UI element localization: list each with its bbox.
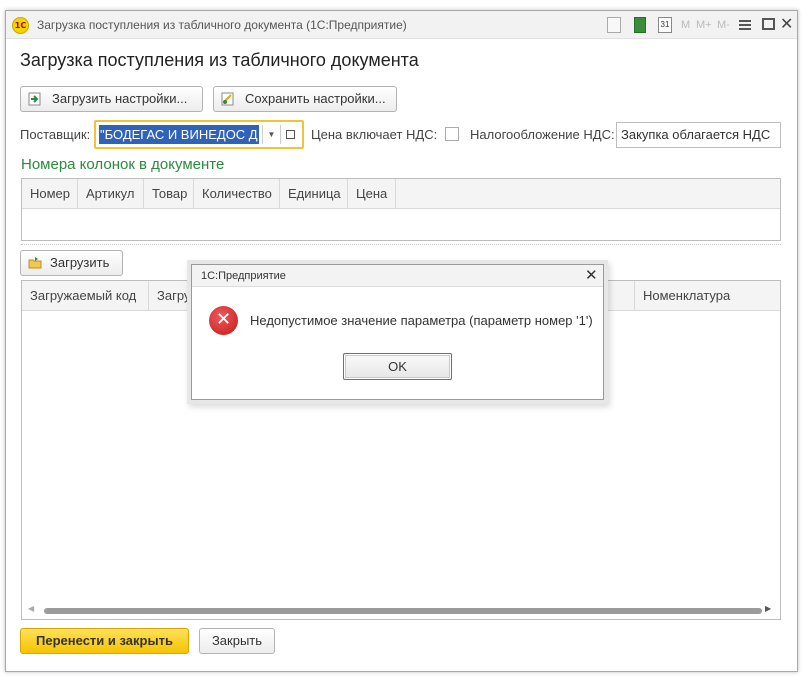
load-button[interactable]: Загрузить (20, 250, 123, 276)
col-header-product[interactable]: Товар (144, 179, 194, 208)
menu-icon[interactable] (739, 18, 751, 32)
load-settings-icon (28, 92, 41, 106)
dialog-close-icon[interactable]: ✕ (585, 266, 598, 284)
separator (21, 244, 781, 245)
col-header-quantity[interactable]: Количество (194, 179, 280, 208)
mplus-icon[interactable]: M+ (696, 19, 712, 31)
save-settings-button[interactable]: Сохранить настройки... (213, 86, 397, 112)
col-header-unit[interactable]: Единица (280, 179, 348, 208)
close-icon[interactable]: ✕ (780, 14, 793, 34)
dropdown-arrow-icon[interactable]: ▼ (262, 125, 280, 144)
col-header-price[interactable]: Цена (348, 179, 396, 208)
ok-button[interactable]: OK (343, 353, 452, 380)
mminus-icon[interactable]: M- (717, 19, 730, 31)
folder-load-icon (28, 257, 42, 269)
load-settings-label: Загрузить настройки... (52, 91, 188, 106)
col-header-code[interactable]: Загружаемый код (22, 281, 149, 310)
maximize-icon[interactable] (762, 18, 775, 30)
price-vat-checkbox[interactable] (445, 127, 459, 141)
taxation-label: Налогообложение НДС: (470, 127, 615, 142)
error-icon: ✕ (209, 306, 238, 335)
load-settings-button[interactable]: Загрузить настройки... (20, 86, 203, 112)
transfer-close-button[interactable]: Перенести и закрыть (20, 628, 189, 654)
form-title: Загрузка поступления из табличного докум… (20, 50, 419, 70)
error-dialog: 1С:Предприятие ✕ ✕ Недопустимое значение… (191, 264, 604, 400)
m-icon[interactable]: M (681, 19, 690, 31)
col-header-number[interactable]: Номер (22, 179, 78, 208)
supplier-field[interactable]: "БОДЕГАС И ВИНЕДОС Д ▼ (94, 120, 304, 149)
price-vat-label: Цена включает НДС: (311, 127, 438, 142)
dialog-title: 1С:Предприятие (201, 270, 286, 282)
scroll-left-icon[interactable]: ◀ (28, 604, 34, 613)
document-icon[interactable] (607, 17, 621, 33)
dialog-message: Недопустимое значение параметра (парамет… (250, 313, 593, 328)
app-logo-icon[interactable]: 1С (12, 17, 29, 34)
supplier-label: Поставщик: (20, 127, 91, 142)
taxation-field[interactable]: Закупка облагается НДС (616, 122, 781, 148)
columns-section-title: Номера колонок в документе (21, 156, 225, 173)
scroll-right-icon[interactable]: ▶ (765, 604, 771, 613)
dialog-titlebar: 1С:Предприятие ✕ (192, 265, 603, 287)
close-button[interactable]: Закрыть (199, 628, 275, 654)
calculator-icon[interactable] (634, 17, 646, 33)
window-title: Загрузка поступления из табличного докум… (37, 18, 407, 32)
load-button-label: Загрузить (50, 255, 110, 270)
horizontal-scrollbar[interactable] (44, 608, 762, 614)
col-header-nomenclature[interactable]: Номенклатура (634, 281, 781, 310)
supplier-input[interactable]: "БОДЕГАС И ВИНЕДОС Д (99, 125, 259, 144)
col-header-article[interactable]: Артикул (78, 179, 144, 208)
save-settings-label: Сохранить настройки... (245, 91, 386, 106)
calendar-icon[interactable]: 31 (658, 17, 672, 33)
open-icon[interactable] (280, 125, 300, 144)
save-settings-icon (221, 92, 234, 106)
columns-table[interactable]: Номер Артикул Товар Количество Единица Ц… (21, 178, 781, 241)
window-titlebar: 1С Загрузка поступления из табличного до… (6, 11, 797, 39)
columns-table-header: Номер Артикул Товар Количество Единица Ц… (22, 179, 780, 209)
